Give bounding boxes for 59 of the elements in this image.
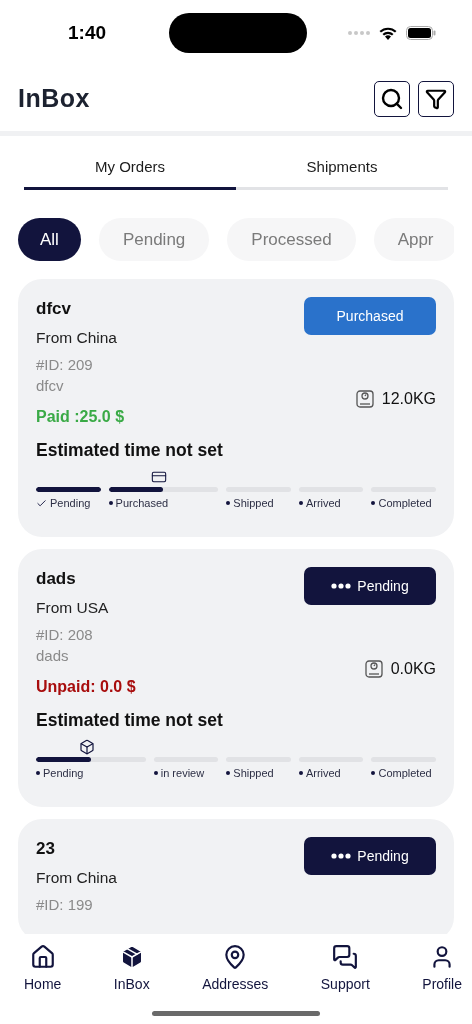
nav-item[interactable]: Addresses (202, 944, 269, 1000)
dots-icon (331, 853, 352, 859)
tab[interactable]: My Orders (24, 158, 236, 190)
payment-amount: Unpaid: 0.0 $ (36, 678, 136, 696)
order-origin: From China (36, 869, 117, 887)
box-icon (78, 739, 95, 755)
step-label: Completed (378, 497, 432, 509)
order-card[interactable]: dfcv From China #ID: 209 dfcv Paid :25.0 $ Purchased 12.0KG Estimated time not set Pending Purchased Shipped Arrived Completed (18, 279, 454, 537)
filter-chip[interactable]: Appr (373, 218, 454, 261)
filter-button[interactable] (418, 80, 454, 117)
battery-icon (406, 26, 436, 40)
tab[interactable]: Shipments (236, 158, 448, 190)
order-origin: From China (36, 329, 118, 347)
filter-chip[interactable]: Processed (227, 218, 356, 261)
nav-item[interactable]: Home (24, 944, 62, 1000)
status-time: 1:40 (68, 22, 108, 44)
payment-amount: Paid :25.0 $ (36, 408, 125, 426)
order-id: #ID: 199 (36, 896, 94, 913)
signal-icon (348, 31, 370, 35)
order-title: dfcv (36, 299, 72, 319)
order-note: dfcv (36, 377, 65, 394)
order-id: #ID: 209 (36, 356, 94, 373)
order-card[interactable]: 23 From China #ID: 199 Pending (18, 819, 454, 934)
nav-item[interactable]: InBox (113, 944, 150, 1000)
scale-icon (364, 660, 383, 678)
filter-icon (425, 87, 447, 110)
scale-icon (355, 390, 374, 408)
dots-icon (331, 583, 352, 589)
order-title: 23 (36, 839, 56, 859)
wifi-icon (378, 25, 398, 41)
step-label: Shipped (233, 767, 274, 779)
search-button[interactable] (374, 80, 410, 117)
nav-item[interactable]: Support (320, 944, 370, 1000)
order-card[interactable]: dads From USA #ID: 208 dads Unpaid: 0.0 $ Pending 0.0KG Estimated time not set Pending in review Shipped Arrived Completed (18, 549, 454, 807)
status-button[interactable]: Purchased (304, 297, 436, 335)
step-label: Pending (50, 497, 91, 509)
step-label: Arrived (305, 497, 341, 509)
order-title: dads (36, 569, 77, 589)
eta-text: Estimated time not set (36, 440, 224, 461)
order-note: dads (36, 647, 70, 664)
status-button[interactable]: Pending (304, 567, 436, 605)
step-label: Purchased (115, 497, 169, 509)
search-icon (380, 86, 404, 111)
card-icon (151, 469, 168, 485)
filter-chip[interactable]: Pending (98, 218, 210, 261)
order-id: #ID: 208 (36, 626, 94, 643)
status-button[interactable]: Pending (304, 837, 436, 875)
nav-item[interactable]: Profile (422, 944, 462, 1000)
filter-chip[interactable]: All (18, 218, 81, 261)
step-label: in review (160, 767, 205, 779)
weight-value: 12.0KG (381, 390, 436, 408)
eta-text: Estimated time not set (36, 710, 224, 731)
order-origin: From USA (36, 599, 110, 617)
step-label: Shipped (233, 497, 274, 509)
weight-value: 0.0KG (390, 660, 436, 678)
step-label: Pending (43, 767, 84, 779)
step-label: Arrived (305, 767, 341, 779)
page-title: InBox (18, 84, 90, 113)
step-label: Completed (378, 767, 432, 779)
